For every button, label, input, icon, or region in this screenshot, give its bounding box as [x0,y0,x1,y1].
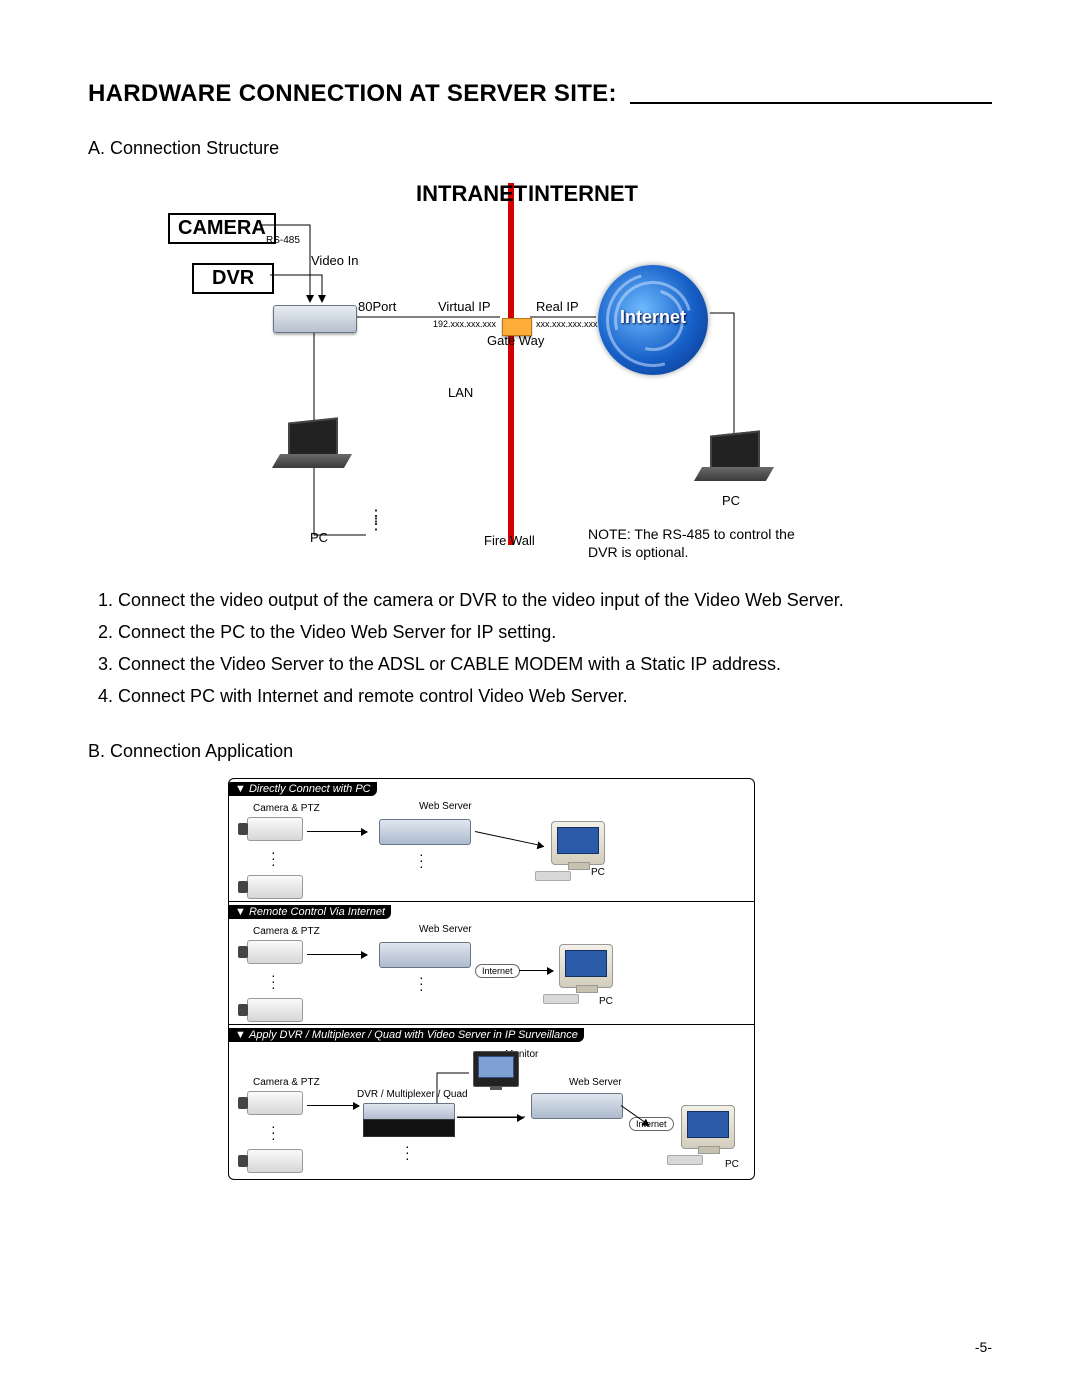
page: HARDWARE CONNECTION AT SERVER SITE: A. C… [0,0,1080,1397]
pc-label: PC [591,867,605,878]
keyboard-icon [535,871,571,881]
arrow-icon [475,831,544,847]
monitor-icon [551,821,605,865]
panel-direct-pc: Directly Connect with PC Camera & PTZ ··… [229,779,754,902]
panel-title: Apply DVR / Multiplexer / Quad with Vide… [229,1028,584,1042]
arrow-icon [306,295,314,303]
section-b-heading: B. Connection Application [88,741,992,762]
server-label: Web Server [419,924,472,935]
camera-icon [247,817,303,841]
arrow-icon [457,1117,523,1118]
camera-icon [247,940,303,964]
page-number: -5- [975,1339,992,1355]
keyboard-icon [543,994,579,1004]
note-text: NOTE: The RS-485 to control the DVR is o… [588,525,818,561]
step-4: 4. Connect PC with Internet and remote c… [98,681,992,711]
real-ip-value: xxx.xxx.xxx.xxx [536,319,598,329]
camera-icon [247,998,303,1022]
pc-left-label: PC [310,530,328,545]
diagram-connection-structure: INTRANET INTERNET CAMERA DVR RS-485 Vide… [158,175,878,565]
panel-dvr-multiplexer: Apply DVR / Multiplexer / Quad with Vide… [229,1025,754,1180]
camera-icon [247,875,303,899]
title-rule [630,102,992,104]
diagram-connection-application: Directly Connect with PC Camera & PTZ ··… [228,778,755,1180]
diagram-lines [158,175,878,565]
camera-label: Camera & PTZ [253,803,320,814]
panel-title: Directly Connect with PC [229,782,377,796]
ellipsis-icon: ··· [271,849,276,867]
arrow-icon [307,954,367,955]
internet-swirl-icon: Internet [598,265,708,375]
internet-swirl-label: Internet [598,307,708,328]
internet-cloud: Internet [629,1117,674,1131]
firewall-label: Fire Wall [484,533,535,548]
real-ip-label: Real IP [536,299,579,314]
title-row: HARDWARE CONNECTION AT SERVER SITE: [88,80,992,108]
server-label: Web Server [419,801,472,812]
arrow-icon [519,970,553,971]
monitor-icon [681,1105,735,1149]
web-server-icon [531,1093,623,1119]
step-3: 3. Connect the Video Server to the ADSL … [98,649,992,679]
keyboard-icon [667,1155,703,1165]
gateway-label: Gate Way [487,333,544,348]
step-2: 2. Connect the PC to the Video Web Serve… [98,617,992,647]
pc-label: PC [725,1159,739,1170]
steps-list: 1. Connect the video output of the camer… [98,585,992,711]
lan-label: LAN [448,385,473,400]
ellipsis-icon: ··· [419,851,424,869]
page-title: HARDWARE CONNECTION AT SERVER SITE: [88,80,624,108]
web-server-icon [379,942,471,968]
virtual-ip-value: 192.xxx.xxx.xxx [433,319,496,329]
ellipsis-icon: ··· [271,972,276,990]
step-1: 1. Connect the video output of the camer… [98,585,992,615]
web-server-icon [379,819,471,845]
laptop-icon [276,420,348,476]
video-in-label: Video In [311,253,358,268]
ellipsis-icon: ··· [419,974,424,992]
video-web-server-icon [273,305,357,333]
server-label: Web Server [569,1077,622,1088]
camera-label: Camera & PTZ [253,926,320,937]
arrow-icon [318,295,326,303]
section-a-heading: A. Connection Structure [88,138,992,159]
panel-remote-internet: Remote Control Via Internet Camera & PTZ… [229,902,754,1025]
arrow-icon [307,831,367,832]
panel-title: Remote Control Via Internet [229,905,391,919]
pc-right-label: PC [722,493,740,508]
internet-cloud: Internet [475,964,520,978]
laptop-icon [698,433,770,489]
port80-label: 80Port [358,299,396,314]
pc-label: PC [599,996,613,1007]
virtual-ip-label: Virtual IP [438,299,491,314]
ellipsis-icon: ⋮⋮ [368,513,384,529]
monitor-icon [559,944,613,988]
